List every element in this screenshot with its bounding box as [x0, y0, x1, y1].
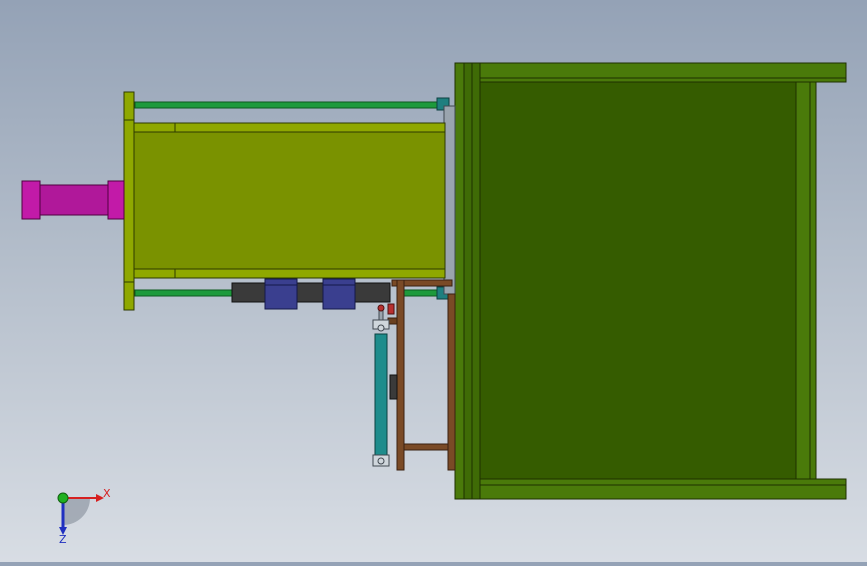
guide-rod-eye	[377, 304, 385, 312]
triad-origin	[57, 492, 69, 504]
bracket-connector	[387, 303, 395, 315]
cylinder-flange	[107, 180, 125, 220]
frame-bottom-rail	[455, 478, 847, 500]
tie-rod-top	[134, 101, 441, 109]
cylinder-cap	[21, 180, 41, 220]
triad-shadow	[63, 498, 90, 525]
bracket-small-block	[389, 374, 398, 400]
frame-panel	[479, 81, 797, 480]
guide-cylinder-bottom-pin	[377, 457, 385, 465]
triad-x-label: X	[103, 487, 111, 500]
support-bracket[interactable]	[387, 279, 456, 471]
slide-bar	[231, 282, 391, 303]
hopper-bottom-flange	[132, 268, 446, 279]
tie-rod-bottom	[134, 289, 236, 297]
main-frame[interactable]	[454, 62, 847, 500]
cylinder-barrel	[39, 184, 109, 216]
guide-cylinder-barrel	[374, 333, 388, 457]
end-plate-body	[123, 91, 135, 311]
assembly-drawing: X Z	[21, 62, 847, 546]
triad-z-label: Z	[59, 533, 67, 546]
press-plate[interactable]	[443, 105, 456, 295]
coordinate-triad: X Z	[57, 487, 111, 546]
bracket-cross-arm	[403, 443, 449, 451]
tie-rod-bottom-end	[399, 289, 441, 297]
slide-block-2	[322, 278, 356, 310]
cad-viewport[interactable]: X Z	[0, 0, 867, 562]
guide-cylinder[interactable]	[372, 304, 390, 467]
slide-block-1	[264, 278, 298, 310]
hydraulic-cylinder[interactable]	[21, 180, 125, 220]
end-plate[interactable]	[123, 91, 135, 311]
frame-left-post-outer	[454, 62, 465, 500]
hopper-body[interactable]	[132, 122, 446, 279]
frame-right-post	[795, 81, 817, 480]
hopper-chamber	[132, 131, 446, 270]
hopper-top-flange	[132, 122, 446, 133]
frame-top-rail-outer	[455, 62, 847, 83]
guide-cylinder-top-pin	[377, 324, 385, 332]
bracket-post-left	[396, 279, 405, 471]
slide-bar-assembly[interactable]	[231, 278, 391, 310]
bracket-post-right	[447, 293, 456, 471]
